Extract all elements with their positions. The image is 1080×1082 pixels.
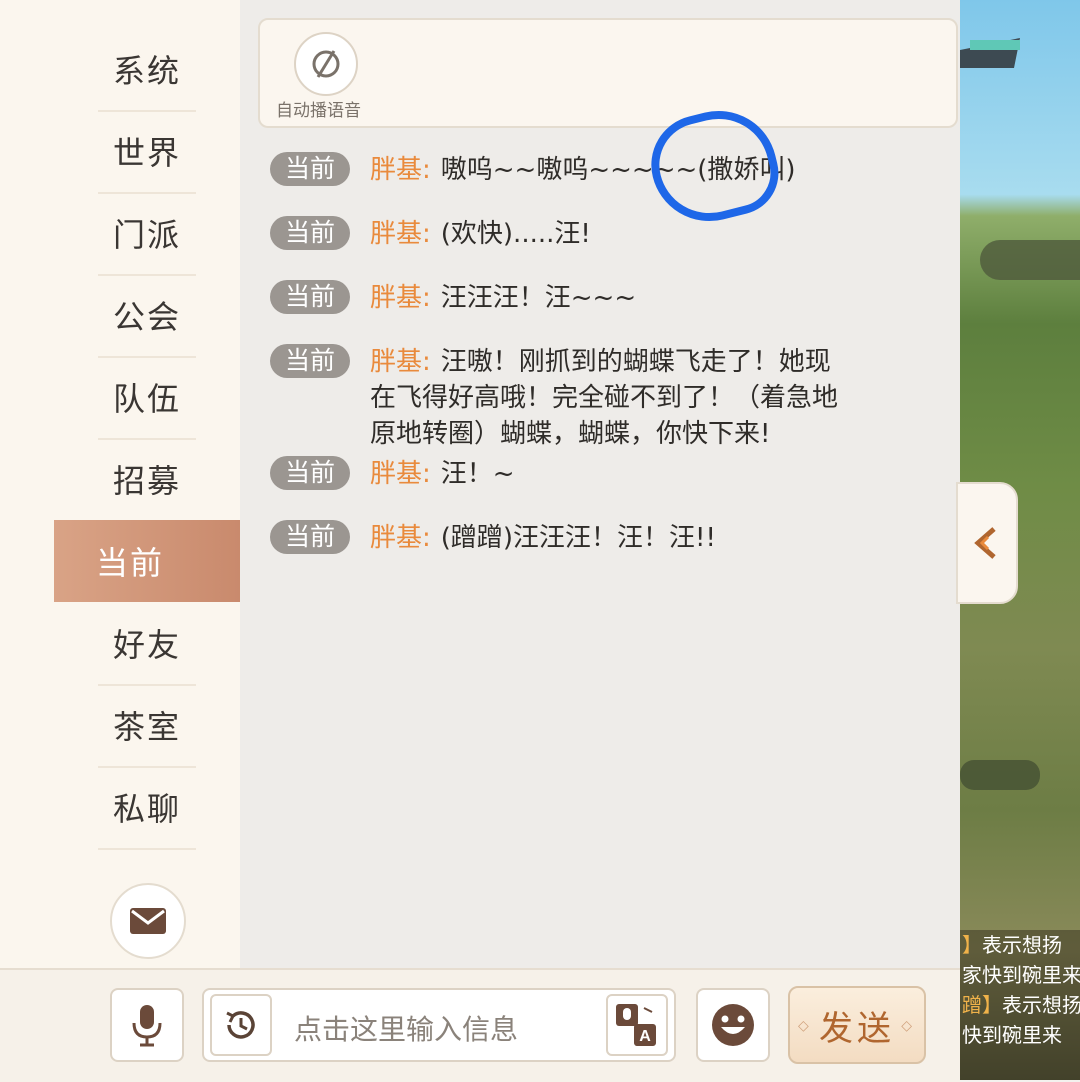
sidebar-item-label: 私聊 (112, 790, 181, 828)
collapse-panel-button[interactable] (956, 482, 1018, 604)
game-log-line: 家快到碗里来 (962, 963, 1080, 987)
game-log-line: 】表示想扬 (962, 933, 1062, 957)
translate-icon: A (616, 1004, 656, 1046)
speaker-name[interactable]: 胖基: (370, 219, 431, 249)
speaker-name[interactable]: 胖基: (370, 459, 431, 489)
speaker-name[interactable]: 胖基: (370, 283, 431, 313)
chat-message[interactable]: 当前 胖基: 汪汪汪！汪~~~ (270, 280, 940, 316)
message-text: 汪！~ (440, 459, 515, 489)
sidebar-item-current[interactable]: 当前 (54, 520, 240, 602)
chat-message[interactable]: 当前 胖基: (蹭蹭)汪汪汪！汪！汪!! (270, 520, 940, 556)
emoji-icon (712, 1004, 754, 1046)
game-log-line: 快到碗里来 (962, 1023, 1062, 1047)
sidebar-item-label: 队伍 (112, 380, 181, 418)
sidebar-item-label: 当前 (95, 544, 164, 582)
channel-sidebar: 系统 世界 门派 公会 队伍 招募 当前 好友 茶室 私聊 (0, 0, 240, 968)
auto-voice-toggle[interactable] (294, 32, 358, 96)
sidebar-item-team[interactable]: 队伍 (98, 356, 196, 440)
sidebar-item-recruit[interactable]: 招募 (98, 438, 196, 522)
voice-off-icon (312, 50, 340, 78)
channel-badge: 当前 (270, 520, 350, 554)
history-button[interactable] (210, 994, 272, 1056)
message-text: 汪嗷！刚抓到的蝴蝶飞走了！她现在飞得好高哦！完全碰不到了！（着急地原地转圈）蝴蝶… (370, 347, 839, 449)
chat-message[interactable]: 当前 胖基: 嗷呜~~嗷呜~~~~~(撒娇叫) (270, 152, 940, 188)
sidebar-item-private[interactable]: 私聊 (98, 766, 196, 850)
send-button[interactable]: ◇ 发送 ◇ (788, 986, 926, 1064)
sidebar-item-label: 系统 (112, 52, 181, 90)
voice-input-button[interactable] (110, 988, 184, 1062)
sidebar-item-label: 门派 (112, 216, 181, 254)
game-log: 】表示想扬 家快到碗里来 蹭】表示想扬 快到碗里来 (960, 930, 1080, 1080)
emoji-button[interactable] (696, 988, 770, 1062)
speaker-name[interactable]: 胖基: (370, 523, 431, 553)
channel-badge: 当前 (270, 456, 350, 490)
send-label: 发送 (819, 1008, 895, 1049)
mail-button[interactable] (110, 883, 186, 959)
chat-panel: 自动播语音 当前 胖基: 嗷呜~~嗷呜~~~~~(撒娇叫) 当前 胖基: (欢快).… (240, 0, 960, 968)
game-log-line: 蹭】表示想扬 (962, 993, 1080, 1017)
svg-text:A: A (639, 1028, 651, 1045)
input-placeholder: 点击这里输入信息 (294, 1013, 519, 1046)
roof-accent (970, 40, 1020, 50)
sidebar-item-world[interactable]: 世界 (98, 110, 196, 194)
chat-message[interactable]: 当前 胖基: 汪！~ (270, 456, 940, 492)
translate-button[interactable]: A (606, 994, 668, 1056)
message-text: (欢快).....汪! (440, 219, 591, 249)
rock-shape (960, 760, 1040, 790)
voice-settings-card: 自动播语音 (258, 18, 958, 128)
history-icon (226, 1011, 255, 1039)
sidebar-item-label: 世界 (112, 134, 181, 172)
sidebar-item-friends[interactable]: 好友 (98, 602, 196, 686)
chat-input-bar: 点击这里输入信息 A ◇ 发送 ◇ (0, 968, 960, 1082)
speaker-name[interactable]: 胖基: (370, 347, 431, 377)
channel-badge: 当前 (270, 216, 350, 250)
sidebar-item-label: 招募 (112, 462, 181, 500)
sidebar-item-sect[interactable]: 门派 (98, 192, 196, 276)
channel-badge: 当前 (270, 344, 350, 378)
channel-badge: 当前 (270, 280, 350, 314)
mail-icon (130, 908, 166, 934)
chevron-left-icon (974, 527, 996, 559)
sidebar-item-label: 茶室 (112, 708, 181, 746)
speaker-name[interactable]: 胖基: (370, 155, 431, 185)
sidebar-item-tearoom[interactable]: 茶室 (98, 684, 196, 768)
message-text: (蹭蹭)汪汪汪！汪！汪!! (440, 523, 716, 553)
sidebar-item-label: 好友 (112, 626, 181, 664)
channel-badge: 当前 (270, 152, 350, 186)
sidebar-item-system[interactable]: 系统 (98, 28, 196, 112)
chat-message[interactable]: 当前 胖基: 汪嗷！刚抓到的蝴蝶飞走了！她现在飞得好高哦！完全碰不到了！（着急地原… (270, 344, 850, 452)
sidebar-item-label: 公会 (112, 298, 181, 336)
sidebar-item-guild[interactable]: 公会 (98, 274, 196, 358)
microphone-icon (132, 1005, 162, 1047)
message-input[interactable]: 点击这里输入信息 A (202, 988, 676, 1062)
auto-voice-label: 自动播语音 (276, 101, 361, 121)
chat-message[interactable]: 当前 胖基: (欢快).....汪! (270, 216, 940, 252)
message-text: 汪汪汪！汪~~~ (440, 283, 637, 313)
rock-shape (980, 240, 1080, 280)
